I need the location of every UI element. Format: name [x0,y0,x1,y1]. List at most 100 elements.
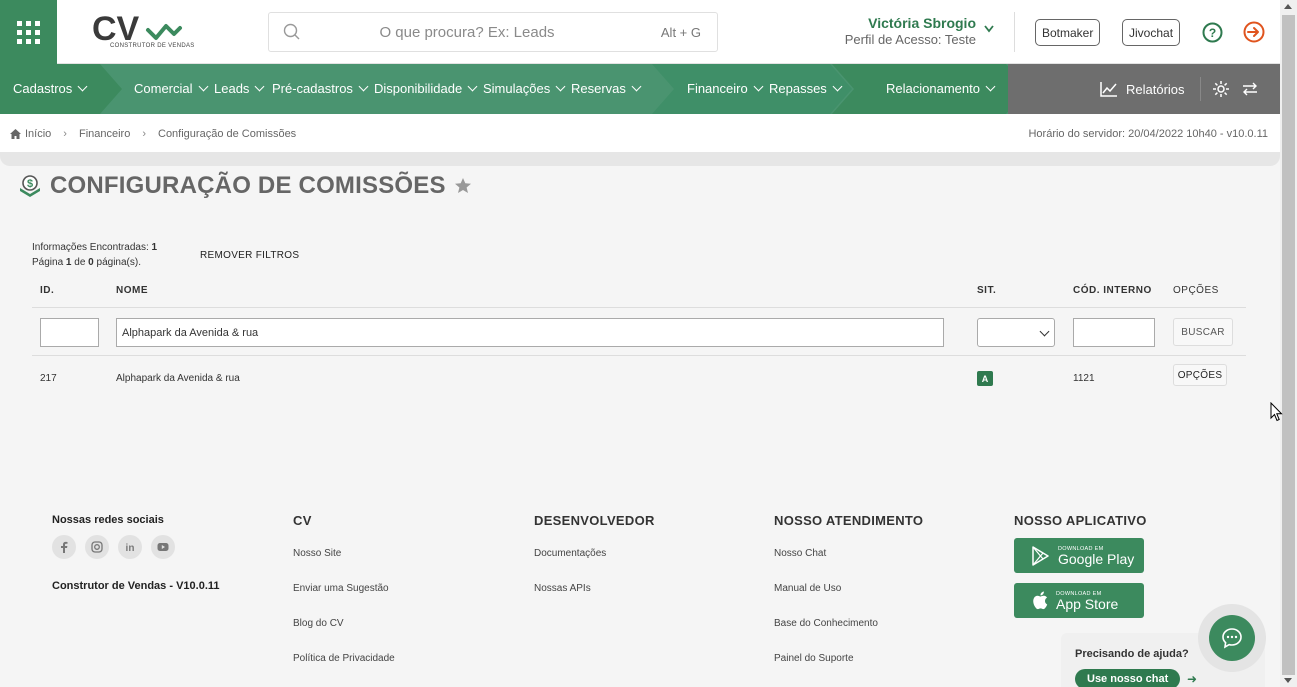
nav-relatorios[interactable]: Relatórios [1100,81,1185,97]
footer-link[interactable]: Base do Conhecimento [774,618,878,629]
money-icon: $ [20,175,40,197]
breadcrumb-home[interactable]: Início [25,128,51,140]
botmaker-button[interactable]: Botmaker [1035,19,1101,46]
app-store-button[interactable]: DOWNLOAD EM App Store [1014,583,1144,618]
divider [1014,12,1015,52]
results-info: Informações Encontradas: 1 Página 1 de 0… [32,242,158,268]
instagram-icon[interactable] [85,535,109,559]
breadcrumb-current: Configuração de Comissões [158,128,297,140]
svg-text:CV: CV [92,10,140,46]
facebook-icon[interactable] [52,535,76,559]
chat-icon [1222,628,1242,649]
help-icon[interactable]: ? [1202,22,1223,43]
youtube-icon[interactable] [151,535,175,559]
nav-relacionamento[interactable]: Relacionamento [886,81,996,96]
linkedin-icon[interactable]: in [118,535,142,559]
footer-cv: CV [293,513,312,528]
row-name[interactable]: Alphapark da Avenida & rua [116,373,240,384]
footer-link[interactable]: Manual de Uso [774,583,841,594]
chat-button[interactable] [1198,604,1266,672]
col-header-code[interactable]: CÓD. INTERNO [1073,285,1152,296]
search-button[interactable]: BUSCAR [1173,318,1233,346]
filter-code-input[interactable] [1073,318,1155,347]
breadcrumb-separator: › [63,128,67,140]
footer-link[interactable]: Documentações [534,548,606,559]
user-name: Victória Sbrogio [868,15,976,31]
use-chat-button[interactable]: Use nosso chat [1075,669,1181,687]
row-options-button[interactable]: OPÇÕES [1173,364,1227,386]
footer-app-title: NOSSO APLICATIVO [1014,513,1147,528]
search-box[interactable]: Alt + G [268,12,718,52]
col-header-options: OPÇÕES [1173,285,1219,296]
svg-text:?: ? [1209,26,1216,40]
jivochat-button[interactable]: Jivochat [1122,19,1181,46]
google-play-icon [1032,545,1049,566]
breadcrumb-separator: › [142,128,146,140]
nav-comercial[interactable]: Comercial [134,81,208,96]
footer-app: NOSSO APLICATIVO [1014,513,1147,528]
breadcrumb-financeiro[interactable]: Financeiro [79,128,130,140]
svg-text:$: $ [27,178,33,190]
nav-reservas[interactable]: Reservas [571,81,642,96]
col-header-sit[interactable]: SIT. [977,285,996,296]
page-title: CONFIGURAÇÃO DE COMISSÕES [50,172,446,199]
server-time: Horário do servidor: 20/04/2022 10h40 - … [1028,128,1268,140]
footer-social: Nossas redes sociais [52,514,164,526]
page-header: $ CONFIGURAÇÃO DE COMISSÕES [18,172,472,200]
divider [32,307,1246,308]
gear-icon[interactable] [1212,80,1230,98]
col-header-name[interactable]: NOME [116,285,148,296]
nav-leads[interactable]: Leads [214,81,265,96]
main-nav: Cadastros Comercial Leads Pré-cadastros … [0,64,1280,114]
divider [32,355,1246,356]
grid-icon [17,20,40,44]
footer-link[interactable]: Política de Privacidade [293,653,395,664]
footer-link[interactable]: Nosso Chat [774,548,826,559]
search-icon [283,23,300,40]
scrollbar-thumb[interactable] [1282,15,1295,675]
logout-icon[interactable] [1243,21,1265,43]
chart-line-icon [1100,82,1117,97]
row-id: 217 [40,373,57,384]
nav-disponibilidade[interactable]: Disponibilidade [374,81,478,96]
remove-filters-link[interactable]: REMOVER FILTROS [200,250,299,261]
footer-support-title: NOSSO ATENDIMENTO [774,513,924,528]
nav-pre-cadastros[interactable]: Pré-cadastros [272,81,369,96]
search-shortcut: Alt + G [660,25,701,40]
filter-id-input[interactable] [40,318,99,347]
breadcrumb: Início › Financeiro › Configuração de Co… [0,114,1280,154]
user-profile: Perfil de Acesso: Teste [844,32,976,47]
logo-subtitle: CONSTRUTOR DE VENDAS [110,43,195,49]
svg-text:in: in [126,543,135,553]
nav-repasses[interactable]: Repasses [769,81,843,96]
footer-dev: DESENVOLVEDOR [534,513,655,528]
vertical-scrollbar[interactable] [1280,0,1297,687]
footer-link[interactable]: Nossas APIs [534,583,591,594]
top-bar: CV CONSTRUTOR DE VENDAS Alt + G Victória… [0,0,1280,64]
col-header-id[interactable]: ID. [40,285,54,296]
footer-link[interactable]: Blog do CV [293,618,344,629]
footer-link[interactable]: Painel do Suporte [774,653,854,664]
status-badge: A [977,371,993,386]
footer-link[interactable]: Enviar uma Sugestão [293,583,389,594]
scroll-down-arrow[interactable] [1284,678,1292,683]
footer-cv-title: CV [293,513,312,528]
nav-financeiro[interactable]: Financeiro [687,81,764,96]
search-input[interactable] [317,21,617,43]
google-play-button[interactable]: DOWNLOAD EM Google Play [1014,538,1144,573]
help-question: Precisando de ajuda? [1075,648,1189,660]
star-icon[interactable] [454,177,472,195]
row-code: 1121 [1073,373,1095,384]
apps-menu-button[interactable] [0,0,57,64]
swap-icon[interactable] [1242,82,1258,96]
chevron-down-icon[interactable] [983,24,995,34]
scroll-up-arrow[interactable] [1284,4,1292,9]
apple-icon [1033,591,1048,610]
filter-sit-select[interactable] [977,318,1055,347]
nav-simulacoes[interactable]: Simulações [483,81,566,96]
footer-support: NOSSO ATENDIMENTO [774,513,923,528]
filter-name-input[interactable] [116,318,944,347]
footer-link[interactable]: Nosso Site [293,548,341,559]
user-info[interactable]: Victória Sbrogio Perfil de Acesso: Teste [838,15,976,47]
nav-cadastros[interactable]: Cadastros [13,81,88,96]
